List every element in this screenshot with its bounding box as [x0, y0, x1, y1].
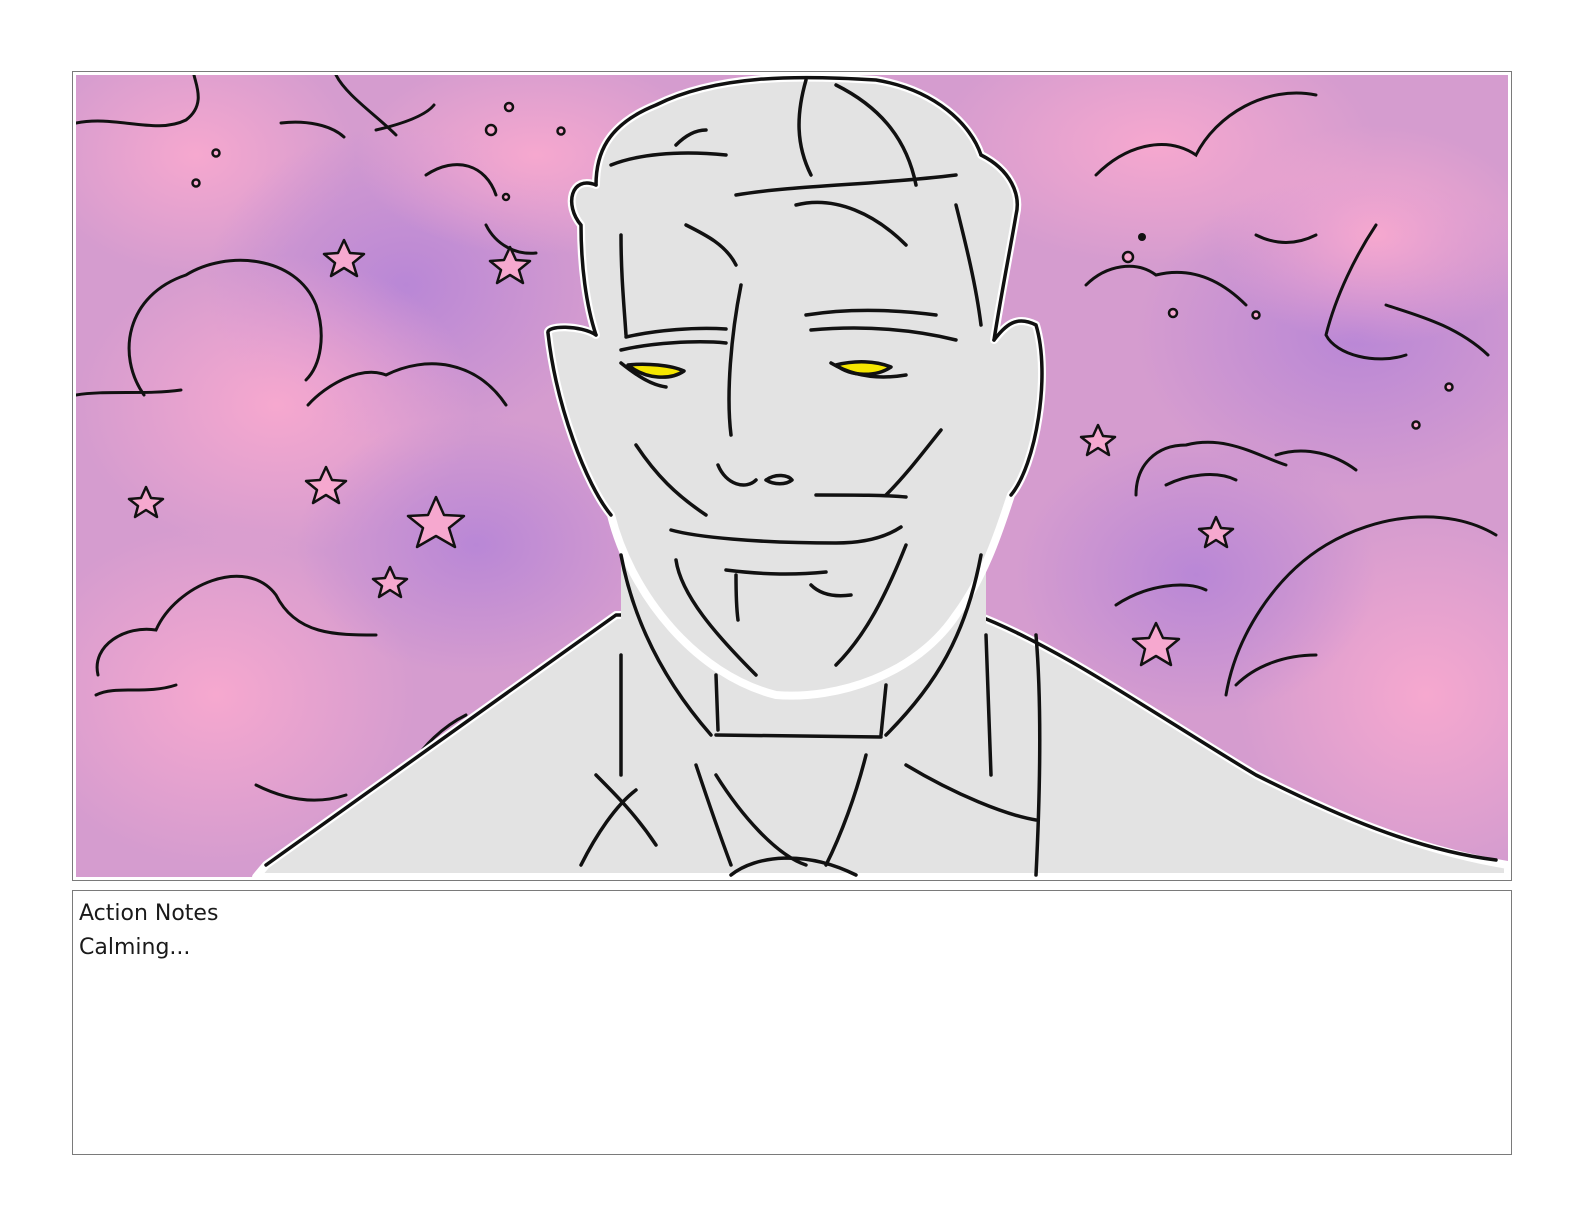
- storyboard-panel: [72, 71, 1512, 881]
- action-notes-label: Action Notes: [79, 901, 219, 926]
- action-notes-text[interactable]: Calming...: [79, 931, 1505, 965]
- villain-portrait-icon: [76, 75, 1508, 877]
- action-notes-box[interactable]: Action Notes Calming...: [72, 890, 1512, 1155]
